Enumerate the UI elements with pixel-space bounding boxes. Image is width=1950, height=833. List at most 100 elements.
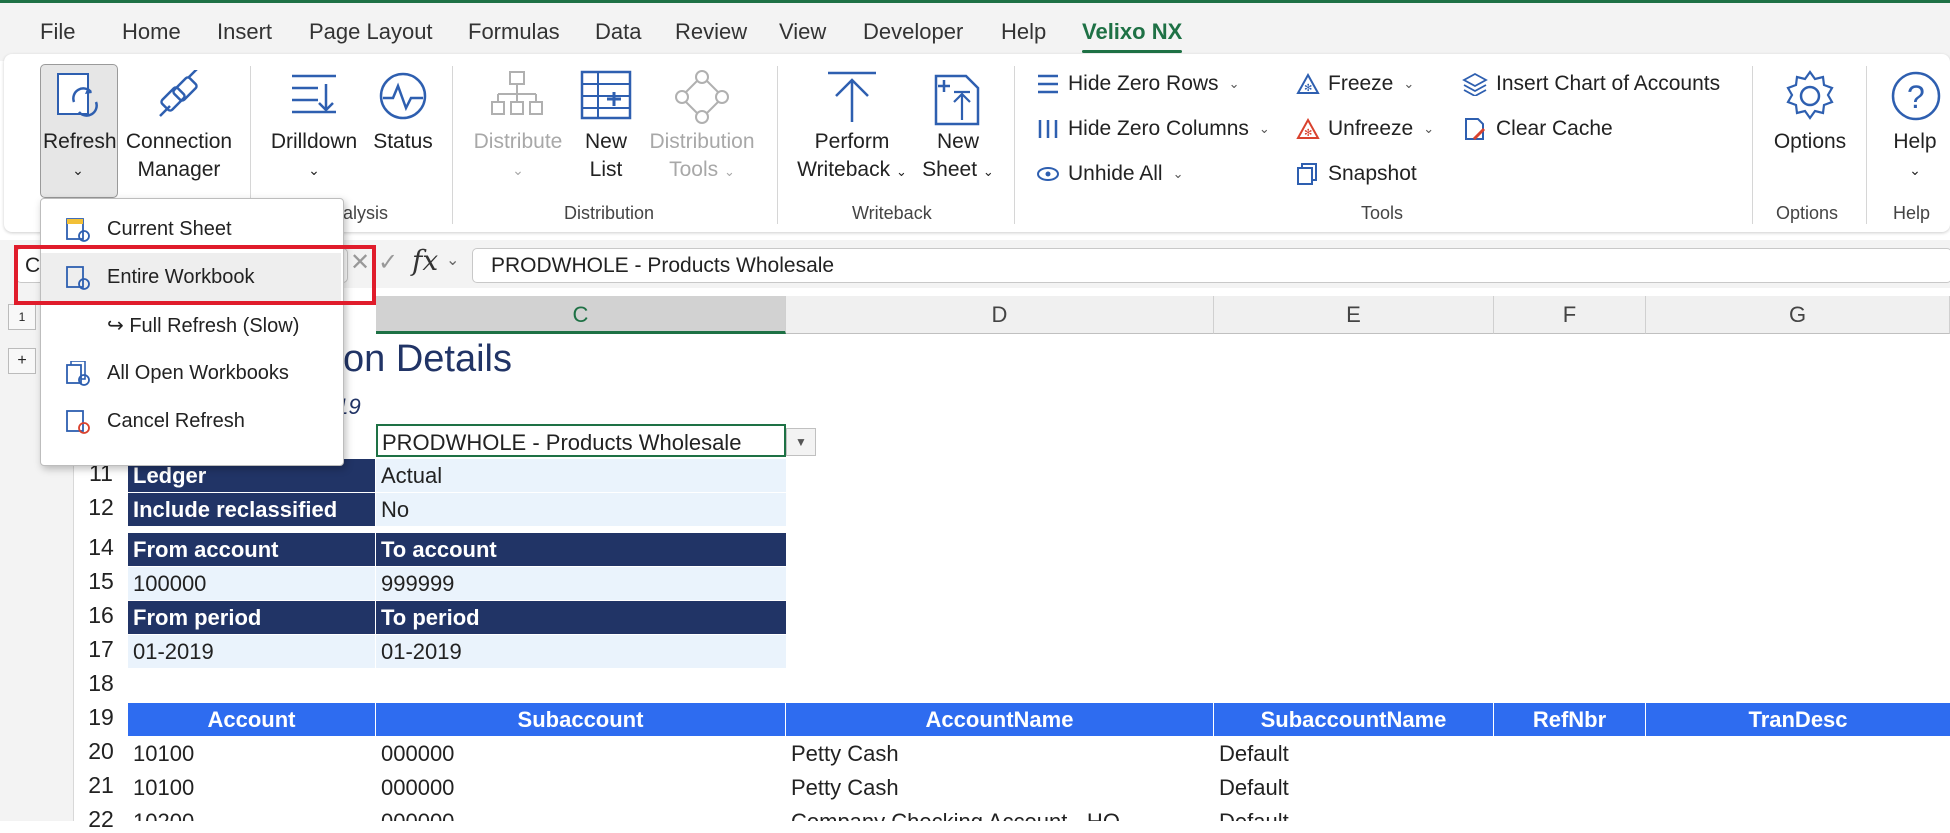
table-cell[interactable]: Petty Cash: [786, 737, 1214, 770]
all-workbooks-refresh-icon: [66, 361, 90, 386]
table-header[interactable]: TranDesc: [1646, 703, 1950, 736]
table-header[interactable]: RefNbr: [1494, 703, 1645, 736]
freeze-button[interactable]: ✻ Freeze ⌄: [1296, 72, 1414, 96]
row-number[interactable]: 18: [74, 670, 128, 697]
table-cell[interactable]: Default: [1214, 737, 1494, 770]
from-account-label: From account: [128, 533, 375, 566]
tab-page-layout[interactable]: Page Layout: [309, 19, 433, 45]
sheet-title: tion Details: [324, 338, 512, 380]
tab-review[interactable]: Review: [675, 19, 747, 45]
tab-file[interactable]: File: [40, 19, 75, 45]
tab-insert[interactable]: Insert: [217, 19, 272, 45]
fx-icon[interactable]: fx: [412, 244, 438, 277]
column-header-c[interactable]: C: [376, 296, 786, 334]
new-list-icon: [580, 70, 632, 120]
clear-cache-button[interactable]: Clear Cache: [1462, 117, 1613, 141]
chevron-down-icon[interactable]: ⌄: [446, 250, 459, 270]
table-header[interactable]: SubaccountName: [1214, 703, 1493, 736]
table-cell[interactable]: 000000: [376, 771, 786, 804]
row-number[interactable]: 15: [74, 568, 128, 595]
row-number[interactable]: 22: [74, 806, 128, 833]
table-cell[interactable]: Default: [1214, 805, 1494, 821]
group-divider: [777, 66, 778, 224]
status-button[interactable]: Status: [366, 128, 440, 156]
tab-formulas[interactable]: Formulas: [468, 19, 560, 45]
menu-item-cancel-refresh[interactable]: Cancel Refresh: [41, 397, 341, 445]
outline-level-button[interactable]: 1: [8, 304, 36, 330]
row-number[interactable]: 14: [74, 534, 128, 561]
table-cell[interactable]: 000000: [376, 737, 786, 770]
from-account-value[interactable]: 100000: [128, 567, 375, 600]
perform-writeback-button[interactable]: Perform Writeback ⌄: [790, 128, 914, 186]
options-button[interactable]: Options: [1764, 128, 1856, 156]
table-cell[interactable]: Default: [1214, 771, 1494, 804]
help-button[interactable]: Help: [1880, 128, 1950, 156]
group-divider: [1752, 66, 1753, 224]
table-header[interactable]: Subaccount: [376, 703, 785, 736]
to-period-value[interactable]: 01-2019: [376, 635, 786, 668]
column-header-d[interactable]: D: [786, 296, 1214, 334]
to-account-value[interactable]: 999999: [376, 567, 786, 600]
tab-help[interactable]: Help: [1001, 19, 1046, 45]
table-header[interactable]: AccountName: [786, 703, 1213, 736]
table-cell[interactable]: Petty Cash: [786, 771, 1214, 804]
row-number[interactable]: 19: [74, 704, 128, 731]
table-cell[interactable]: 000000: [376, 805, 786, 821]
tab-velixo-nx[interactable]: Velixo NX: [1082, 19, 1183, 53]
cell-dropdown-button[interactable]: ▼: [786, 428, 816, 456]
row-number[interactable]: 17: [74, 636, 128, 663]
chevron-down-icon: ⌄: [72, 162, 84, 178]
unfreeze-button[interactable]: ✻ Unfreeze ⌄: [1296, 117, 1434, 141]
column-header-g[interactable]: G: [1646, 296, 1950, 334]
row-number[interactable]: 12: [74, 494, 128, 521]
snapshot-button[interactable]: Snapshot: [1296, 162, 1417, 186]
row-number[interactable]: 21: [74, 772, 128, 799]
drilldown-button[interactable]: Drilldown: [268, 128, 360, 156]
freeze-icon: ✻: [1296, 73, 1320, 94]
confirm-formula-icon[interactable]: ✓: [378, 248, 398, 277]
table-cell[interactable]: 10100: [128, 737, 375, 770]
row-number[interactable]: 20: [74, 738, 128, 765]
options-group-label: Options: [1776, 203, 1839, 223]
hide-zero-columns-button[interactable]: Hide Zero Columns ⌄: [1036, 117, 1270, 141]
include-reclassified-value[interactable]: No: [376, 493, 786, 526]
insert-chart-of-accounts-button[interactable]: Insert Chart of Accounts: [1462, 72, 1720, 96]
ledger-value[interactable]: Actual: [376, 459, 786, 492]
row-number[interactable]: 16: [74, 602, 128, 629]
tab-developer[interactable]: Developer: [863, 19, 963, 45]
distribute-icon: [491, 71, 543, 115]
chevron-down-icon: ⌄: [308, 162, 320, 178]
to-account-label: To account: [376, 533, 786, 566]
table-cell[interactable]: 10100: [128, 771, 375, 804]
from-period-value[interactable]: 01-2019: [128, 635, 375, 668]
connection-manager-button[interactable]: Connection Manager: [124, 128, 234, 184]
table-cell[interactable]: 10200: [128, 805, 375, 821]
hide-zero-rows-button[interactable]: Hide Zero Rows ⌄: [1036, 72, 1239, 96]
group-divider: [1014, 66, 1015, 224]
distribution-tools-button[interactable]: Distribution Tools ⌄: [646, 128, 758, 186]
distribution-group-label: Distribution: [564, 203, 655, 223]
distribute-button[interactable]: Distribute: [468, 128, 568, 156]
unhide-all-button[interactable]: Unhide All ⌄: [1036, 162, 1183, 186]
tab-data[interactable]: Data: [595, 19, 641, 45]
tab-view[interactable]: View: [779, 19, 826, 45]
new-list-button[interactable]: New List: [570, 128, 642, 184]
menu-item-full-refresh[interactable]: ↪ Full Refresh (Slow): [41, 301, 341, 349]
table-header[interactable]: Account: [128, 703, 375, 736]
tab-home[interactable]: Home: [122, 19, 181, 45]
menu-item-all-open-workbooks[interactable]: All Open Workbooks: [41, 349, 341, 397]
column-header-f[interactable]: F: [1494, 296, 1646, 334]
branch-cell-selected[interactable]: PRODWHOLE - Products Wholesale: [376, 424, 786, 457]
table-cell[interactable]: Company Checking Account - HQ: [786, 805, 1214, 821]
columns-icon: [1038, 120, 1058, 138]
layers-icon: [1462, 72, 1488, 96]
status-icon: [379, 72, 427, 120]
tools-group-label: Tools: [1361, 203, 1404, 223]
help-group-label: Help: [1893, 203, 1931, 223]
formula-input[interactable]: PRODWHOLE - Products Wholesale: [472, 248, 1950, 283]
expand-group-button[interactable]: +: [8, 348, 36, 374]
writeback-group-label: Writeback: [852, 203, 932, 223]
sheet-refresh-icon: [66, 218, 90, 242]
new-sheet-button[interactable]: New Sheet ⌄: [916, 128, 1000, 186]
column-header-e[interactable]: E: [1214, 296, 1494, 334]
